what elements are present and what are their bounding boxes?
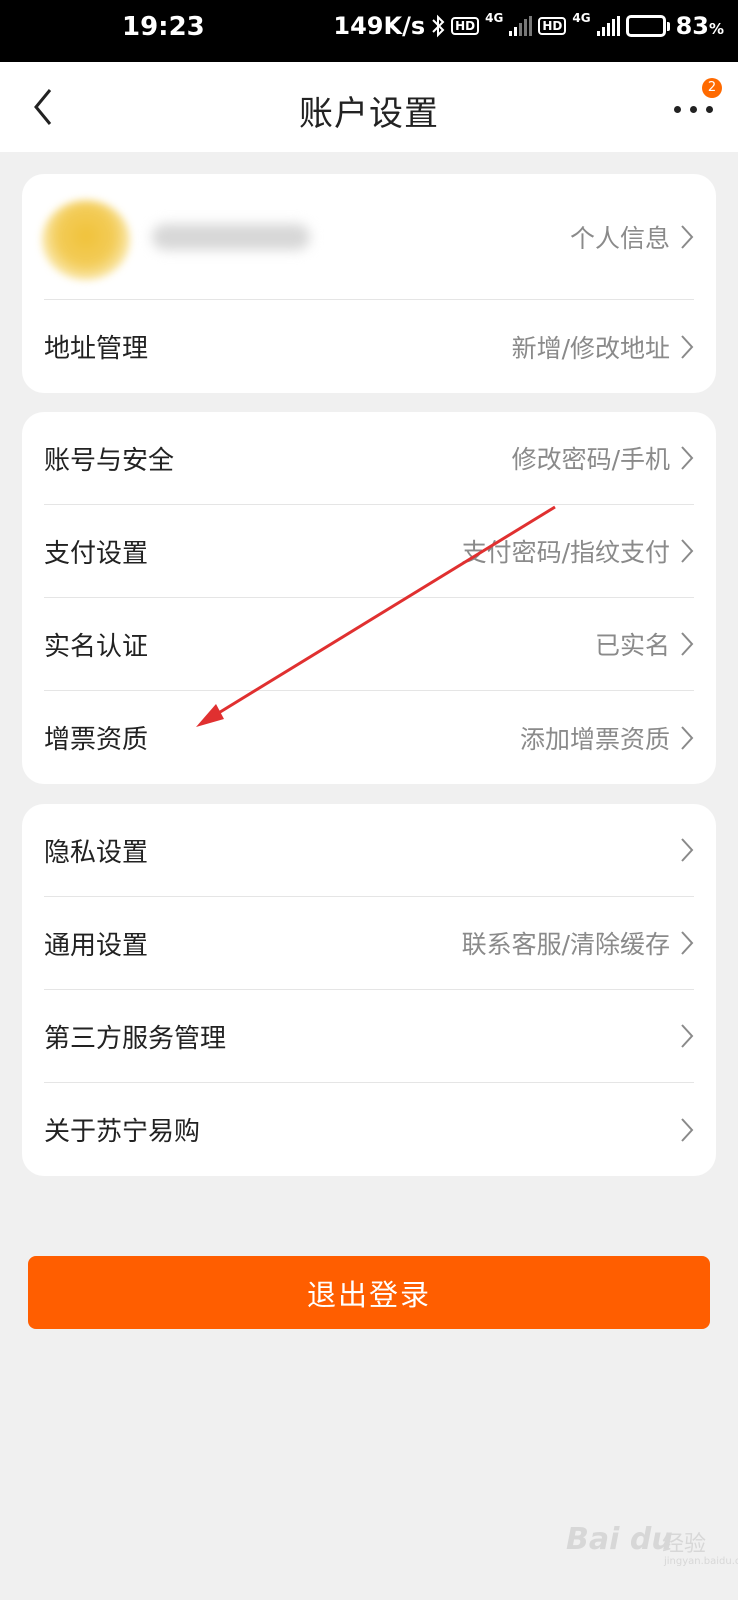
security-card: 账号与安全 修改密码/手机 支付设置 支付密码/指纹支付 实名认证 已实名 增票…	[22, 412, 716, 784]
chevron-right-icon	[681, 838, 694, 862]
row-label: 隐私设置	[44, 837, 149, 868]
avatar	[42, 200, 130, 280]
settings-row-third-party[interactable]: 第三方服务管理	[44, 990, 694, 1083]
signal-icon-1	[509, 16, 533, 36]
chevron-right-icon	[681, 334, 694, 359]
settings-row-privacy[interactable]: 隐私设置	[44, 804, 694, 897]
row-label: 账号与安全	[44, 445, 175, 476]
row-value: 联系客服/清除缓存	[461, 930, 670, 959]
battery-icon	[625, 15, 670, 37]
nav-bar: 账户设置 2	[0, 62, 738, 152]
chevron-right-icon	[681, 632, 694, 656]
more-dots-icon	[674, 106, 713, 113]
chevron-right-icon	[681, 1117, 694, 1142]
notification-badge: 2	[702, 78, 722, 98]
row-label: 通用设置	[44, 930, 149, 961]
row-value: 支付密码/指纹支付	[461, 538, 670, 567]
more-button[interactable]: 2	[668, 78, 724, 134]
row-label: 增票资质	[44, 725, 149, 755]
chevron-right-icon	[681, 1024, 694, 1048]
row-label: 支付设置	[44, 538, 149, 569]
settings-row-account-security[interactable]: 账号与安全 修改密码/手机	[44, 412, 694, 505]
row-value: 添加增票资质	[519, 724, 670, 754]
profile-card: 个人信息 地址管理 新增/修改地址	[22, 174, 716, 393]
watermark-url: jingyan.baidu.com	[664, 1556, 738, 1567]
row-label: 第三方服务管理	[44, 1023, 227, 1054]
watermark-text: 经验	[662, 1532, 707, 1557]
net-speed: 149K/s	[333, 12, 426, 40]
battery-percent: 83%	[675, 12, 724, 40]
signal-icon-2	[596, 16, 620, 36]
chevron-right-icon	[681, 539, 694, 563]
baidu-watermark: Bai du 经验 jingyan.baidu.com	[566, 1516, 738, 1580]
hd-badge-2: HD	[538, 17, 567, 35]
row-label: 关于苏宁易购	[44, 1117, 201, 1147]
general-card: 隐私设置 通用设置 联系客服/清除缓存 第三方服务管理 关于苏宁易购	[22, 804, 716, 1176]
settings-row-payment[interactable]: 支付设置 支付密码/指纹支付	[44, 505, 694, 598]
chevron-right-icon	[681, 931, 694, 955]
hd-badge-1: HD	[451, 17, 480, 35]
bluetooth-icon	[432, 14, 445, 38]
watermark-logo: Bai du	[566, 1522, 673, 1557]
settings-row-vat-invoice[interactable]: 增票资质 添加增票资质	[44, 691, 694, 784]
chevron-right-icon	[681, 224, 694, 249]
status-time: 19:23	[122, 12, 205, 42]
row-label: 地址管理	[44, 334, 149, 364]
settings-row-about[interactable]: 关于苏宁易购	[44, 1083, 694, 1176]
page-title: 账户设置	[299, 94, 439, 134]
username-blurred	[152, 224, 310, 250]
settings-row-real-name[interactable]: 实名认证 已实名	[44, 598, 694, 691]
settings-row-general[interactable]: 通用设置 联系客服/清除缓存	[44, 897, 694, 990]
logout-button[interactable]: 退出登录	[28, 1256, 710, 1329]
row-value: 新增/修改地址	[511, 333, 670, 363]
profile-row[interactable]: 个人信息	[42, 174, 694, 300]
profile-link-label: 个人信息	[569, 223, 670, 253]
chevron-right-icon	[681, 446, 694, 470]
settings-row-address[interactable]: 地址管理 新增/修改地址	[44, 300, 694, 393]
network-type-1: 4G	[485, 11, 504, 25]
row-value: 已实名	[594, 631, 670, 660]
chevron-right-icon	[681, 725, 694, 750]
network-type-2: 4G	[572, 11, 591, 25]
row-label: 实名认证	[44, 631, 149, 662]
status-indicators: 149K/s HD 4G HD 4G 83%	[333, 12, 724, 40]
row-value: 修改密码/手机	[511, 445, 670, 474]
status-bar: 19:23 149K/s HD 4G HD 4G 83%	[0, 0, 738, 62]
